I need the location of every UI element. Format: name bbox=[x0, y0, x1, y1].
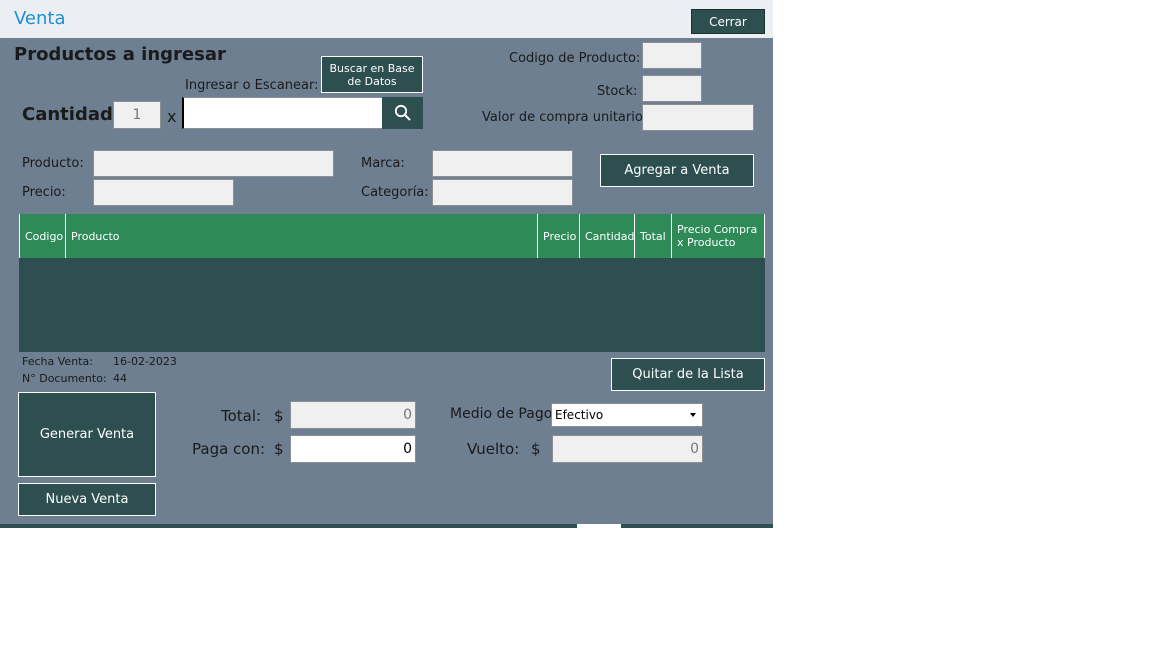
generate-sale-button[interactable]: Generar Venta bbox=[18, 392, 156, 477]
document-number-value: 44 bbox=[113, 372, 127, 385]
price-field[interactable] bbox=[93, 179, 234, 206]
caret-down-icon[interactable] bbox=[690, 413, 696, 417]
new-sale-button[interactable]: Nueva Venta bbox=[18, 483, 156, 516]
scan-input[interactable] bbox=[182, 97, 383, 129]
column-header-purchase-price[interactable]: Precio Compra x Producto bbox=[672, 214, 765, 258]
stock-field[interactable] bbox=[642, 75, 702, 102]
column-header-price[interactable]: Precio bbox=[538, 214, 580, 258]
unit-cost-label: Valor de compra unitario: bbox=[482, 110, 648, 125]
product-code-label: Codigo de Producto: bbox=[509, 51, 641, 66]
unit-cost-field[interactable] bbox=[642, 104, 754, 131]
sale-date-label: Fecha Venta: bbox=[22, 355, 93, 368]
column-header-code[interactable]: Codigo bbox=[19, 214, 66, 258]
change-currency: $ bbox=[531, 440, 541, 458]
total-label: Total: bbox=[221, 407, 262, 425]
column-header-total[interactable]: Total bbox=[635, 214, 672, 258]
scan-label: Ingresar o Escanear: bbox=[185, 78, 319, 93]
category-label: Categoría: bbox=[361, 185, 429, 200]
payment-method-value: Efectivo bbox=[555, 408, 604, 422]
payment-method-label: Medio de Pago bbox=[450, 406, 553, 422]
bottom-strip-right bbox=[621, 524, 773, 528]
products-grid-body[interactable] bbox=[19, 258, 765, 352]
payment-method-select[interactable]: Efectivo bbox=[551, 403, 703, 427]
product-label: Producto: bbox=[22, 156, 84, 171]
bottom-strip-gap bbox=[577, 524, 621, 528]
stock-label: Stock: bbox=[597, 84, 638, 99]
pay-with-currency: $ bbox=[274, 440, 284, 458]
magnifier-icon bbox=[394, 104, 411, 121]
sale-date-value: 16-02-2023 bbox=[113, 355, 177, 368]
product-field[interactable] bbox=[93, 150, 334, 177]
section-title: Productos a ingresar bbox=[14, 44, 226, 65]
price-label: Precio: bbox=[22, 185, 66, 200]
column-header-quantity[interactable]: Cantidad bbox=[580, 214, 635, 258]
brand-field[interactable] bbox=[432, 150, 573, 177]
remove-from-list-button[interactable]: Quitar de la Lista bbox=[611, 358, 765, 391]
bottom-strip-left bbox=[0, 524, 577, 528]
category-field[interactable] bbox=[432, 179, 573, 206]
document-number-label: N° Documento: bbox=[22, 372, 107, 385]
products-grid-header: Codigo Producto Precio Cantidad Total Pr… bbox=[19, 214, 765, 258]
product-code-field[interactable] bbox=[642, 42, 702, 69]
title-bar: Venta Cerrar bbox=[0, 0, 773, 38]
brand-label: Marca: bbox=[361, 156, 405, 171]
times-sign: x bbox=[167, 107, 177, 126]
add-to-sale-button[interactable]: Agregar a Venta bbox=[600, 154, 754, 187]
pay-with-input[interactable]: 0 bbox=[290, 435, 416, 463]
close-button[interactable]: Cerrar bbox=[691, 9, 765, 34]
sales-window: Venta Cerrar Productos a ingresar Ingres… bbox=[0, 0, 773, 528]
pay-with-label: Paga con: bbox=[192, 440, 266, 458]
quantity-input[interactable]: 1 bbox=[113, 101, 161, 129]
search-database-button[interactable]: Buscar en Base de Datos bbox=[321, 56, 423, 93]
total-currency: $ bbox=[274, 407, 284, 425]
column-header-product[interactable]: Producto bbox=[66, 214, 538, 258]
quantity-label: Cantidad: bbox=[22, 104, 121, 125]
change-label: Vuelto: bbox=[467, 440, 520, 458]
change-field[interactable]: 0 bbox=[552, 435, 703, 463]
total-field[interactable]: 0 bbox=[290, 401, 416, 429]
search-button[interactable] bbox=[382, 97, 423, 129]
window-title: Venta bbox=[14, 8, 66, 29]
